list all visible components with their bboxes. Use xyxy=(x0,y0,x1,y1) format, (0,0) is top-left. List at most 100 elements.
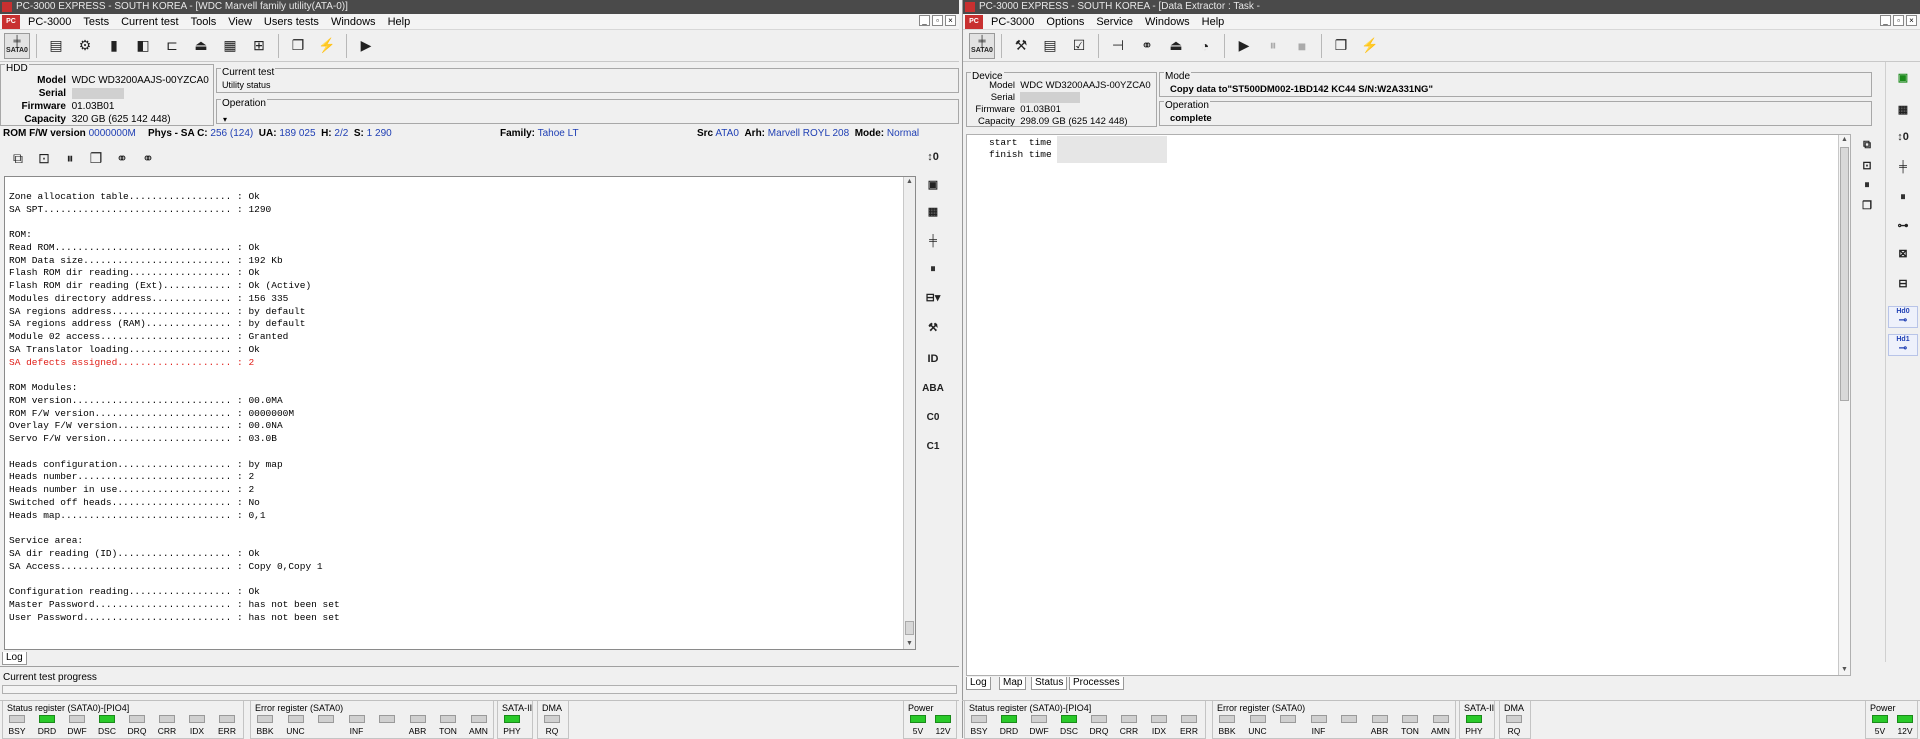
minimize-icon[interactable]: _ xyxy=(1880,15,1891,26)
head0-button[interactable]: Hd0 ⊸ xyxy=(1888,306,1918,328)
tab-map[interactable]: Map xyxy=(999,677,1027,690)
status-register-group-title: Status register (SATA0)-[PIO4] xyxy=(7,703,130,713)
menu-options[interactable]: Options xyxy=(1040,14,1090,30)
open-log-icon[interactable]: ⧉ xyxy=(8,148,28,168)
side-pause-button[interactable]: ⏸ xyxy=(1888,186,1918,208)
log-copy-button[interactable]: ❐ xyxy=(1855,194,1879,216)
tab-processes[interactable]: Processes xyxy=(1069,677,1124,690)
menu-pc3000[interactable]: PC-3000 xyxy=(22,14,77,30)
left-log-panel[interactable]: Zone allocation table.................. … xyxy=(4,176,916,650)
log-pause-button[interactable]: ⏸ xyxy=(1855,174,1879,196)
run-button[interactable]: ⚡ xyxy=(314,33,340,59)
copy-log-icon[interactable]: ❐ xyxy=(86,148,106,168)
start-button[interactable]: ▶ xyxy=(1231,33,1257,59)
scroll-down-icon[interactable]: ▼ xyxy=(1839,665,1850,675)
hdd-button[interactable]: ⏏ xyxy=(188,33,214,59)
log-open-button[interactable]: ⧉ xyxy=(1855,134,1879,156)
menu-service[interactable]: Service xyxy=(1090,14,1139,30)
tools-button[interactable]: ⚒ xyxy=(918,316,948,338)
chain-button[interactable]: ⊶ xyxy=(1888,214,1918,236)
template-button[interactable]: ▤ xyxy=(1037,33,1063,59)
scroll-down-icon[interactable]: ▼ xyxy=(904,639,915,649)
grid-button[interactable]: ▦ xyxy=(217,33,243,59)
operation-dropdown-icon[interactable]: ▾ xyxy=(223,113,227,126)
scroll-up-icon[interactable]: ▲ xyxy=(904,177,915,187)
hdd-button[interactable]: ⏏ xyxy=(1163,33,1189,59)
pc3000-logo-icon[interactable]: PC xyxy=(965,14,983,29)
menu-tools[interactable]: Tools xyxy=(185,14,223,30)
right-log-scrollbar[interactable]: ▲ ▼ xyxy=(1838,135,1850,675)
connect-button[interactable]: ⊣ xyxy=(1105,33,1131,59)
tools-button[interactable]: ⚒ xyxy=(1008,33,1034,59)
log-save-button[interactable]: ⊡ xyxy=(1855,154,1879,176)
sata2-group: SATA-II PHY xyxy=(1459,701,1495,739)
head1-button[interactable]: Hd1 ⊸ xyxy=(1888,334,1918,356)
capacity-label: Capacity xyxy=(24,114,66,125)
led-label: DRD xyxy=(37,726,57,736)
sata0-port-button[interactable]: ╪ SATA0 xyxy=(4,32,30,59)
binoculars-next-icon[interactable]: ⚭ xyxy=(138,148,158,168)
bus-button[interactable]: ⊟ xyxy=(1888,272,1918,294)
gears-button[interactable]: ⚙ xyxy=(72,33,98,59)
restore-icon[interactable]: ▫ xyxy=(1893,15,1904,26)
restore-icon[interactable]: ▫ xyxy=(932,15,943,26)
pause-icon[interactable]: ⏸ xyxy=(60,148,80,168)
id-button[interactable]: ID xyxy=(918,348,948,370)
menu-users-tests[interactable]: Users tests xyxy=(258,14,325,30)
binoculars-button[interactable]: ⚭ xyxy=(1134,33,1160,59)
sata-connect-button[interactable]: ╪ xyxy=(1888,156,1918,178)
check-button[interactable]: ☑ xyxy=(1066,33,1092,59)
menu-help[interactable]: Help xyxy=(382,14,417,30)
menu-windows[interactable]: Windows xyxy=(1139,14,1196,30)
c1-button[interactable]: C1 xyxy=(918,435,948,457)
menu-tests[interactable]: Tests xyxy=(77,14,115,30)
scroll-thumb[interactable] xyxy=(1840,147,1849,401)
rom-button[interactable]: ▤ xyxy=(43,33,69,59)
log-scrollbar[interactable]: ▲ ▼ xyxy=(903,177,915,649)
folder-button[interactable]: ⊏ xyxy=(159,33,185,59)
disk-button[interactable]: ◔ xyxy=(1192,33,1218,59)
table-button[interactable]: ⊞ xyxy=(246,33,272,59)
power-green-button[interactable]: ▣ xyxy=(1888,66,1918,88)
minimize-icon[interactable]: _ xyxy=(919,15,930,26)
binoculars-icon[interactable]: ⚭ xyxy=(112,148,132,168)
pc3000-logo-icon[interactable]: PC xyxy=(2,14,20,29)
folder-icon: ⊏ xyxy=(166,37,178,53)
db-button[interactable]: ◧ xyxy=(130,33,156,59)
menu-current-test[interactable]: Current test xyxy=(115,14,184,30)
reset-button[interactable]: ▦ xyxy=(918,200,948,222)
spinup-button[interactable]: ↕0 xyxy=(918,146,948,168)
power-button[interactable]: ▣ xyxy=(918,173,948,195)
tab-log[interactable]: Log xyxy=(966,677,991,690)
right-log-panel[interactable]: start time finish time ▲ ▼ xyxy=(966,134,1851,676)
menu-view[interactable]: View xyxy=(222,14,258,30)
tab-log[interactable]: Log xyxy=(2,652,27,665)
disconnect-button[interactable]: ⊠ xyxy=(1888,242,1918,264)
reset-button[interactable]: ▦ xyxy=(1888,98,1918,120)
pause-button[interactable]: ⏸ xyxy=(1260,33,1286,59)
sata0-port-button[interactable]: ╪ SATA0 xyxy=(969,32,995,59)
close-icon[interactable]: × xyxy=(1906,15,1917,26)
tab-status[interactable]: Status xyxy=(1031,677,1068,690)
copy-button[interactable]: ❐ xyxy=(285,33,311,59)
run-button[interactable]: ⚡ xyxy=(1357,33,1383,59)
hdd-menu-button[interactable]: ⊟▾ xyxy=(918,286,948,308)
scroll-thumb[interactable] xyxy=(905,621,914,635)
side-pause-button[interactable]: ⏸ xyxy=(918,258,948,280)
log-line: User Password.......................... … xyxy=(9,611,340,623)
stop-button[interactable]: ■ xyxy=(1289,33,1315,59)
sata-connect-button[interactable]: ╪ xyxy=(918,230,948,252)
spinup-button[interactable]: ↕0 xyxy=(1888,126,1918,148)
c0-button[interactable]: C0 xyxy=(918,406,948,428)
copy-button[interactable]: ❐ xyxy=(1328,33,1354,59)
scroll-up-icon[interactable]: ▲ xyxy=(1839,135,1850,145)
aba-button[interactable]: ABA xyxy=(918,377,948,399)
play-button[interactable]: ▶ xyxy=(353,33,379,59)
close-icon[interactable]: × xyxy=(945,15,956,26)
chip-button[interactable]: ▮ xyxy=(101,33,127,59)
menu-pc3000[interactable]: PC-3000 xyxy=(985,14,1040,30)
menu-help[interactable]: Help xyxy=(1196,14,1231,30)
save-log-icon[interactable]: ⊡ xyxy=(34,148,54,168)
menu-windows[interactable]: Windows xyxy=(325,14,382,30)
